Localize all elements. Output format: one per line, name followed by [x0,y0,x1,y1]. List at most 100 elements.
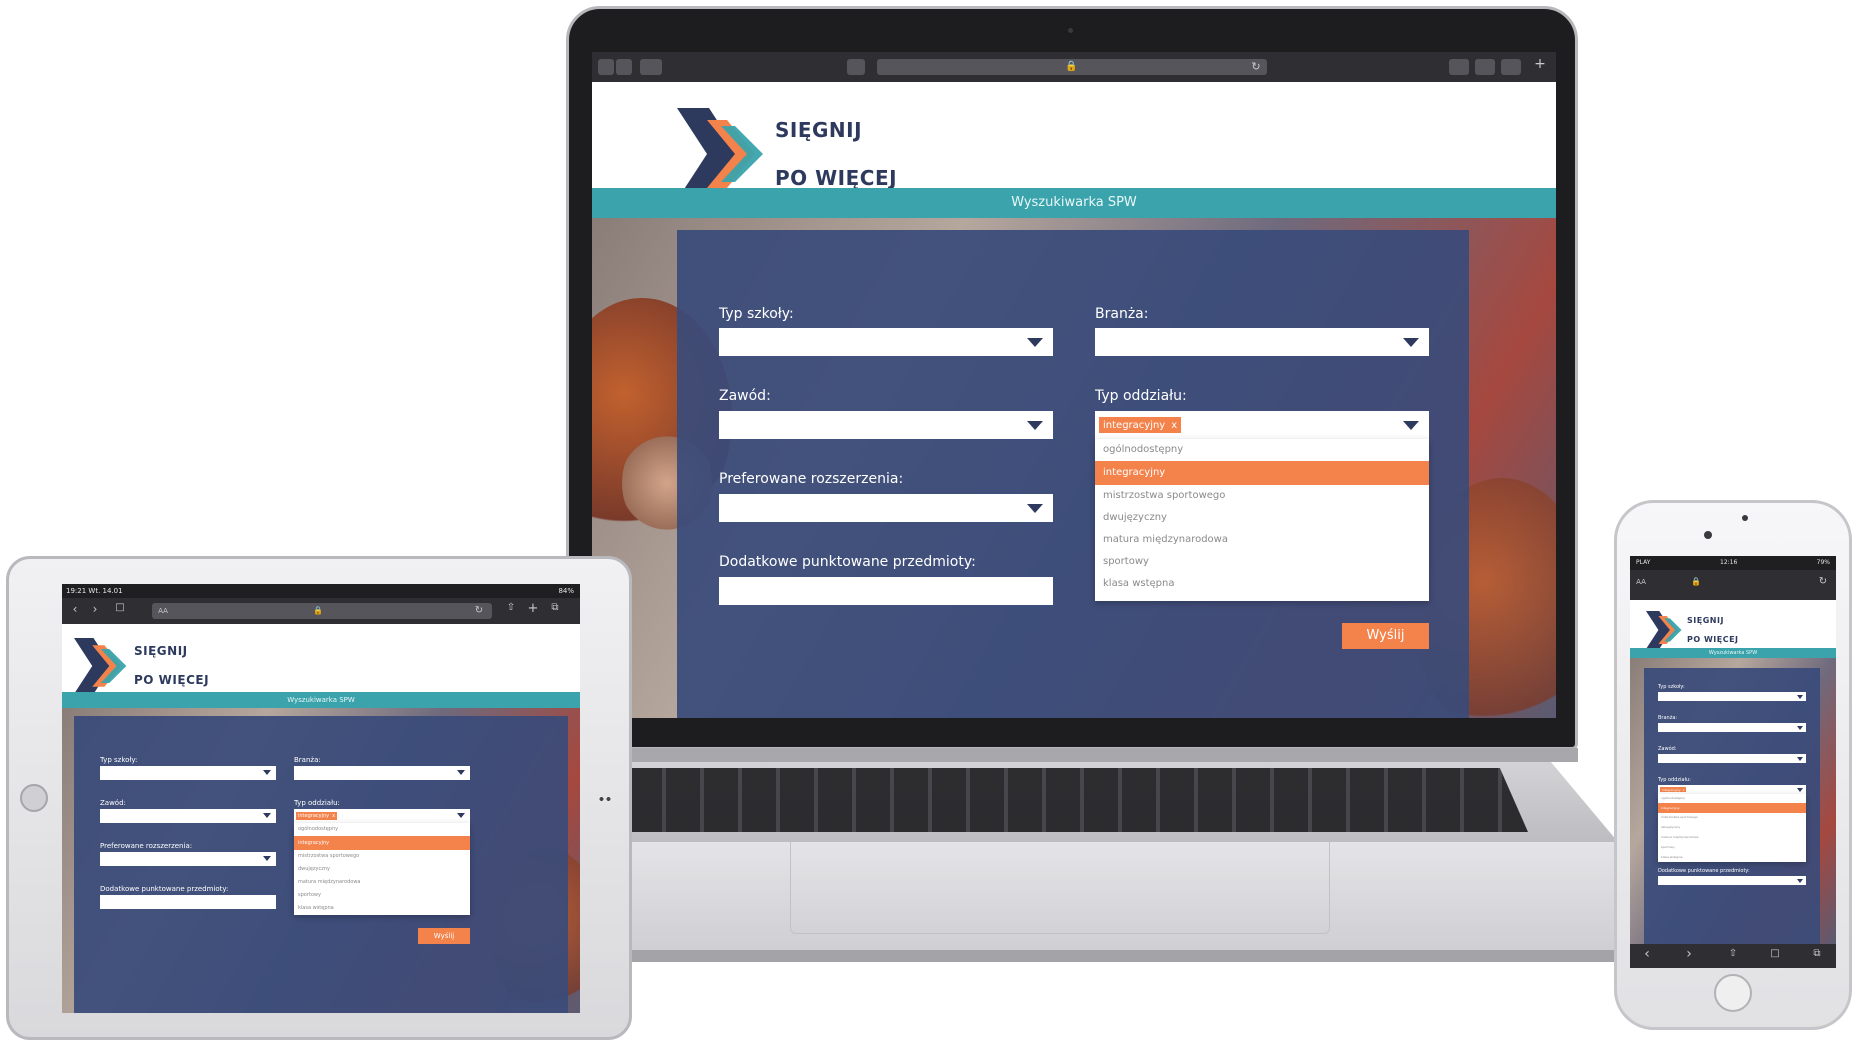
option-dwujezyczny[interactable]: dwujęzyczny [1095,507,1429,529]
branza-select[interactable] [1095,328,1429,356]
tabs-button[interactable] [1501,59,1521,75]
zawod-label: Zawód: [1658,746,1677,752]
option-sportowy[interactable]: sportowy [1658,842,1806,852]
zawod-select[interactable] [1658,754,1806,763]
chevron-down-icon [1027,504,1043,513]
option-klasa-wstepna[interactable]: klasa wstępna [294,902,470,915]
option-mistrzostwa-sportowego[interactable]: mistrzostwa sportowego [294,850,470,863]
typ-szkoly-select[interactable] [1658,692,1806,701]
typ-oddzialu-select[interactable]: integracyjny x [1658,785,1806,794]
chevron-down-icon [263,856,271,861]
reload-icon[interactable]: ↻ [1816,576,1830,587]
typ-szkoly-label: Typ szkoły: [1658,684,1685,690]
typ-szkoly-select[interactable] [100,766,276,780]
share-icon[interactable]: ⇧ [1726,948,1740,959]
option-mistrzostwa-sportowego[interactable]: mistrzostwa sportowego [1658,813,1806,822]
text-size-button[interactable]: AA [1634,578,1648,586]
option-klasa-wstepna[interactable]: klasa wstępna [1095,573,1429,595]
typ-oddzialu-label: Typ oddziału: [1095,388,1187,404]
branza-select[interactable] [294,766,470,780]
typ-szkoly-select[interactable] [719,328,1053,356]
site-header: SIĘGNIJ PO WIĘCEJ [62,624,580,694]
option-sportowy[interactable]: sportowy [1095,551,1429,573]
dodatkowe-label: Dodatkowe punktowane przedmioty: [719,554,976,570]
option-sportowy[interactable]: sportowy [294,889,470,902]
branza-label: Branża: [1658,715,1678,721]
branza-select[interactable] [1658,723,1806,732]
tablet-address-bar[interactable]: AA 🔒 ↻ [152,603,492,619]
bookmarks-icon[interactable]: □ [1768,948,1782,959]
submit-button[interactable]: Wyślij [418,928,470,944]
zawod-select[interactable] [100,809,276,823]
tag-remove-icon[interactable]: x [1171,420,1177,431]
nav-bar: Wyszukiwarka SPW [62,692,580,708]
zawod-label: Zawód: [719,388,771,404]
share-button[interactable] [1475,59,1495,75]
tag-remove-icon[interactable]: x [1683,788,1685,792]
download-button[interactable] [1449,59,1469,75]
new-tab-icon[interactable]: + [526,601,540,616]
tablet-home-button[interactable] [20,784,48,812]
nav-title[interactable]: Wyszukiwarka SPW [1709,650,1757,656]
back-icon[interactable]: ‹ [1640,946,1654,962]
branza-label: Branża: [294,756,321,764]
preferowane-select[interactable] [719,494,1053,522]
option-ogolnodostepny[interactable]: ogólnodostępny [1095,439,1429,461]
phone-status-bar: PLAY 12:16 79% [1630,556,1836,570]
forward-button[interactable] [616,59,632,75]
option-integracyjny[interactable]: integracyjny [294,836,470,850]
typ-oddzialu-dropdown: ogólnodostępny integracyjny mistrzostwa … [1095,439,1429,601]
typ-oddzialu-select[interactable]: integracyjny x [294,809,470,823]
branza-label: Branża: [1095,306,1149,322]
privacy-button[interactable] [847,59,865,75]
selected-tag[interactable]: integracyjny x [1099,417,1182,433]
phone-home-button[interactable] [1714,974,1752,1012]
option-integracyjny[interactable]: integracyjny [1095,461,1429,485]
sidebar-toggle-button[interactable] [640,59,662,75]
chevron-down-icon [1797,695,1803,699]
preferowane-select[interactable] [100,852,276,866]
site-logo[interactable]: SIĘGNIJ PO WIĘCEJ [1646,606,1739,654]
chevron-down-icon [1797,726,1803,730]
reload-icon[interactable]: ↻ [1249,59,1263,75]
option-klasa-wstepna[interactable]: klasa wstępna [1658,852,1806,862]
lock-icon: 🔒 [1691,577,1701,586]
new-tab-icon[interactable]: + [1532,56,1548,72]
option-matura-miedzynarodowa[interactable]: matura międzynarodowa [294,876,470,889]
dodatkowe-input[interactable] [100,895,276,909]
laptop-address-bar[interactable]: 🔒 ↻ [877,59,1267,75]
option-ogolnodostepny[interactable]: ogólnodostępny [1658,794,1806,803]
typ-oddzialu-dropdown: ogólnodostępny integracyjny mistrzostwa … [294,823,470,915]
option-ogolnodostepny[interactable]: ogólnodostępny [294,823,470,836]
submit-button[interactable]: Wyślij [1342,623,1429,649]
option-mistrzostwa-sportowego[interactable]: mistrzostwa sportowego [1095,485,1429,507]
nav-title[interactable]: Wyszukiwarka SPW [287,696,355,704]
chevron-down-icon [1403,421,1419,430]
back-button[interactable] [598,59,614,75]
forward-icon[interactable]: › [1682,946,1696,962]
selected-tag[interactable]: integracyjny x [296,812,338,820]
zawod-select[interactable] [719,411,1053,439]
option-dwujezyczny[interactable]: dwujęzyczny [294,863,470,876]
selected-tag[interactable]: integracyjny x [1660,787,1687,792]
share-icon[interactable]: ⇧ [504,602,518,613]
text-size-button[interactable]: AA [156,603,170,619]
dodatkowe-input[interactable] [1658,876,1806,885]
bookmarks-icon[interactable]: □ [112,602,128,613]
option-dwujezyczny[interactable]: dwujęzyczny [1658,822,1806,832]
dodatkowe-input[interactable] [719,577,1053,605]
back-icon[interactable]: ‹ [68,602,82,616]
option-matura-miedzynarodowa[interactable]: matura międzynarodowa [1095,529,1429,551]
reload-icon[interactable]: ↻ [472,603,486,619]
forward-icon[interactable]: › [88,602,102,616]
search-form-panel: Typ szkoły: Zawód: Preferowane rozszerze… [677,230,1469,718]
option-integracyjny[interactable]: integracyjny [1658,803,1806,813]
option-matura-miedzynarodowa[interactable]: matura międzynarodowa [1658,832,1806,842]
tabs-icon[interactable]: ⧉ [1810,948,1824,959]
tabs-icon[interactable]: ⧉ [548,602,562,613]
tag-remove-icon[interactable]: x [332,813,335,819]
typ-oddzialu-select[interactable]: integracyjny x [1095,411,1429,439]
logo-line-1: SIĘGNIJ [1687,615,1724,625]
nav-title[interactable]: Wyszukiwarka SPW [1011,195,1137,210]
chevron-down-icon [1797,757,1803,761]
